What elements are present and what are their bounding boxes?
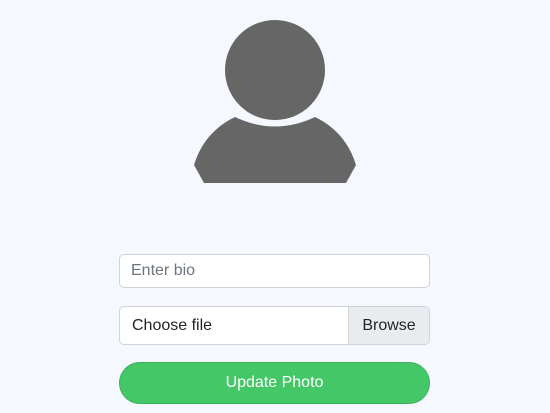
browse-button[interactable]: Browse (348, 307, 429, 344)
avatar-head (225, 20, 325, 120)
update-photo-button[interactable]: Update Photo (119, 362, 430, 404)
avatar-body (194, 117, 356, 183)
avatar-placeholder-icon (194, 20, 356, 183)
file-input-label: Choose file (132, 316, 213, 334)
file-input[interactable]: Choose file Browse (119, 306, 430, 345)
bio-input[interactable] (119, 254, 430, 288)
